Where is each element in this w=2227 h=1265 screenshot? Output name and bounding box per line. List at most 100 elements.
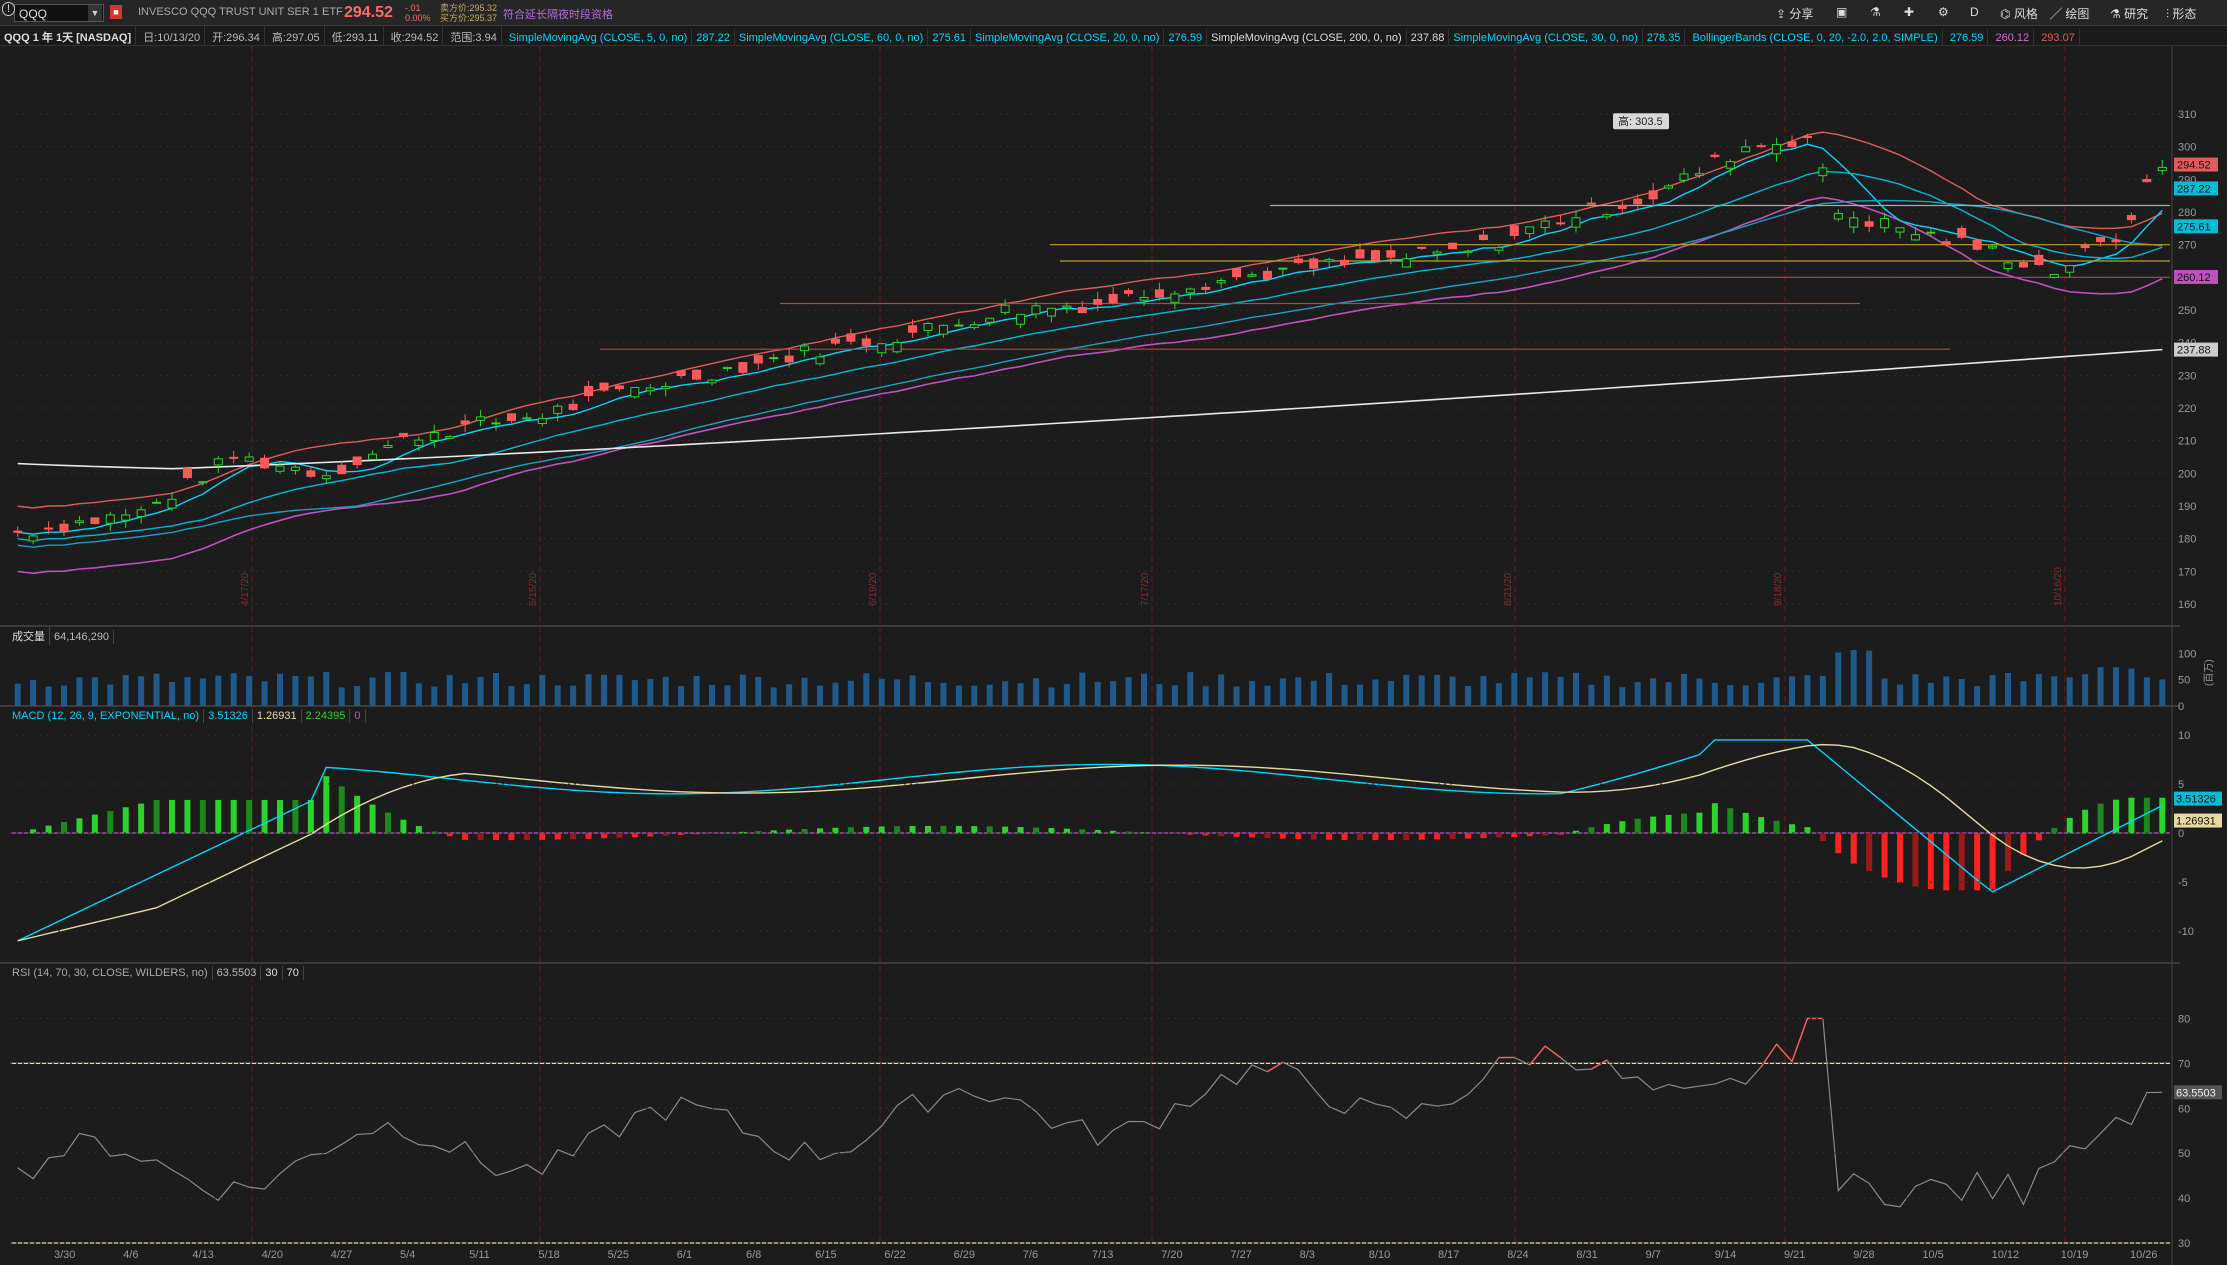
volume-bar xyxy=(261,681,268,706)
bollinger-upper-line xyxy=(17,131,2163,509)
x-axis-label-6: 5/11 xyxy=(469,1249,490,1261)
candle-body xyxy=(661,386,671,390)
volume-bar xyxy=(755,676,762,706)
macd-histogram-bar xyxy=(1619,821,1626,833)
volume-bar xyxy=(1526,677,1533,706)
study-list: SimpleMovingAvg (CLOSE, 5, 0, no) 287.22 S… xyxy=(505,29,1686,45)
candle-body xyxy=(1664,185,1674,189)
macd-histogram-bar xyxy=(354,795,361,833)
symbol-dropdown-icon[interactable]: ▼ xyxy=(88,5,102,21)
macd-histogram-bar xyxy=(2020,833,2027,855)
volume-bar xyxy=(1063,683,1070,706)
macd-histogram-bar xyxy=(1480,833,1487,839)
candle-body xyxy=(1201,286,1211,290)
study-label-3[interactable]: SimpleMovingAvg (CLOSE, 200, 0, no) xyxy=(1207,29,1407,45)
share-button[interactable]: ⇪ 分享 xyxy=(1772,3,1817,23)
style-button[interactable]: ⌬ 风格 xyxy=(1996,3,2042,23)
volume-bar xyxy=(1125,677,1132,706)
flag-icon[interactable]: ■ xyxy=(110,5,122,19)
macd-tick-4: -10 xyxy=(2178,926,2194,938)
candle-body xyxy=(1509,225,1519,236)
high-label: 高: 303.5 xyxy=(1618,114,1663,128)
candle-body xyxy=(1787,141,1797,147)
macd-histogram-bar xyxy=(385,812,391,833)
drawings-button[interactable]: ╱ 绘图 xyxy=(2046,3,2093,23)
macd-histogram-bar xyxy=(1357,833,1363,841)
study-label-2[interactable]: SimpleMovingAvg (CLOSE, 20, 0, no) xyxy=(971,29,1165,45)
bollinger-low: 260.12 xyxy=(1991,29,2035,45)
interval-button[interactable]: D xyxy=(1966,3,1983,23)
x-axis-label-9: 6/1 xyxy=(677,1249,692,1261)
ohlc-low: 低:293.11 xyxy=(328,26,384,45)
candle-body xyxy=(1185,288,1195,294)
volume-bar xyxy=(107,684,114,706)
flask-button[interactable]: ⚗ xyxy=(1866,3,1885,23)
x-axis-label-29: 10/19 xyxy=(2061,1249,2089,1261)
study-label-1[interactable]: SimpleMovingAvg (CLOSE, 60, 0, no) xyxy=(735,29,929,45)
macd-histogram-bar xyxy=(2128,797,2135,833)
x-axis-label-3: 4/20 xyxy=(262,1249,283,1261)
date-marker-label-4: 8/21/20 xyxy=(1503,572,1514,606)
study-value-1: 275.61 xyxy=(928,29,971,45)
price-tag-1: 287.22 xyxy=(2177,183,2211,195)
candle-body xyxy=(306,470,316,477)
bollinger-label[interactable]: BollingerBands (CLOSE, 0, 20, -2.0, 2.0,… xyxy=(1689,29,1943,45)
macd-histogram-bar xyxy=(2005,833,2011,872)
studies-button[interactable]: ⚗ 研究 xyxy=(2106,3,2152,23)
volume-bar xyxy=(1681,673,1687,706)
volume-bar xyxy=(1218,674,1225,706)
volume-bar xyxy=(45,686,52,706)
candle-body xyxy=(1494,247,1504,251)
rsi-label[interactable]: RSI (14, 70, 30, CLOSE, WILDERS, no) xyxy=(8,966,213,980)
volume-bar xyxy=(1295,677,1302,706)
info-icon[interactable]: ! xyxy=(2,2,16,18)
candle-body xyxy=(2111,239,2121,243)
x-axis-label-4: 4/27 xyxy=(331,1249,352,1261)
candle-body xyxy=(1818,167,1828,177)
macd-histogram-bar xyxy=(1819,833,1826,842)
macd-histogram-bar xyxy=(2143,797,2150,833)
macd-histogram-bar xyxy=(1434,833,1441,840)
candle-body xyxy=(2096,236,2106,243)
candle-body xyxy=(1772,144,1782,155)
settings-button[interactable] xyxy=(1904,3,1912,23)
candle-body xyxy=(1710,154,1720,158)
volume-bar xyxy=(338,687,345,706)
candle-body xyxy=(1741,146,1751,153)
volume-bar xyxy=(1897,684,1903,706)
macd-histogram-bar xyxy=(1789,824,1795,833)
candle-body xyxy=(506,413,516,421)
macd-histogram-bar xyxy=(1249,833,1255,838)
study-label-0[interactable]: SimpleMovingAvg (CLOSE, 5, 0, no) xyxy=(505,29,693,45)
macd-histogram-bar xyxy=(400,819,407,833)
candle-body xyxy=(1880,218,1890,229)
volume-bar xyxy=(446,675,453,706)
candle-body xyxy=(2049,273,2059,278)
volume-bar xyxy=(1557,676,1564,706)
rsi-overbought-segment xyxy=(1776,1043,1793,1062)
volume-bar xyxy=(1326,672,1333,706)
patterns-button[interactable]: ⫶ 形态 xyxy=(2162,3,2200,23)
volume-bar xyxy=(184,677,191,706)
layout-button[interactable]: ▣ xyxy=(1832,3,1851,23)
rsi-header: RSI (14, 70, 30, CLOSE, WILDERS, no) 63.5… xyxy=(8,966,304,982)
candle-body xyxy=(244,456,254,462)
settings-gear-button[interactable]: ⚙ xyxy=(1934,3,1953,23)
candle-body xyxy=(1000,304,1010,313)
macd-histogram-bar xyxy=(971,826,978,833)
candle-body xyxy=(1247,274,1257,277)
volume-bar xyxy=(493,673,499,706)
volume-bar xyxy=(1017,683,1024,706)
chart-area[interactable]: 3103002902802702602502402302202102001901… xyxy=(0,46,2227,1265)
candle-body xyxy=(800,345,810,352)
candle-body xyxy=(1926,231,1936,234)
volume-bar xyxy=(2066,677,2073,706)
volume-bar xyxy=(1943,676,1950,706)
volume-bar xyxy=(832,682,839,706)
study-label-4[interactable]: SimpleMovingAvg (CLOSE, 30, 0, no) xyxy=(1449,29,1643,45)
macd-histogram-bar xyxy=(1033,827,1039,833)
extended-hours-note: 符合延长隔夜时段资格 xyxy=(503,9,613,21)
patterns-label: 形态 xyxy=(2172,7,2197,21)
macd-histogram-bar xyxy=(1588,827,1595,833)
macd-label[interactable]: MACD (12, 26, 9, EXPONENTIAL, no) xyxy=(8,709,205,723)
